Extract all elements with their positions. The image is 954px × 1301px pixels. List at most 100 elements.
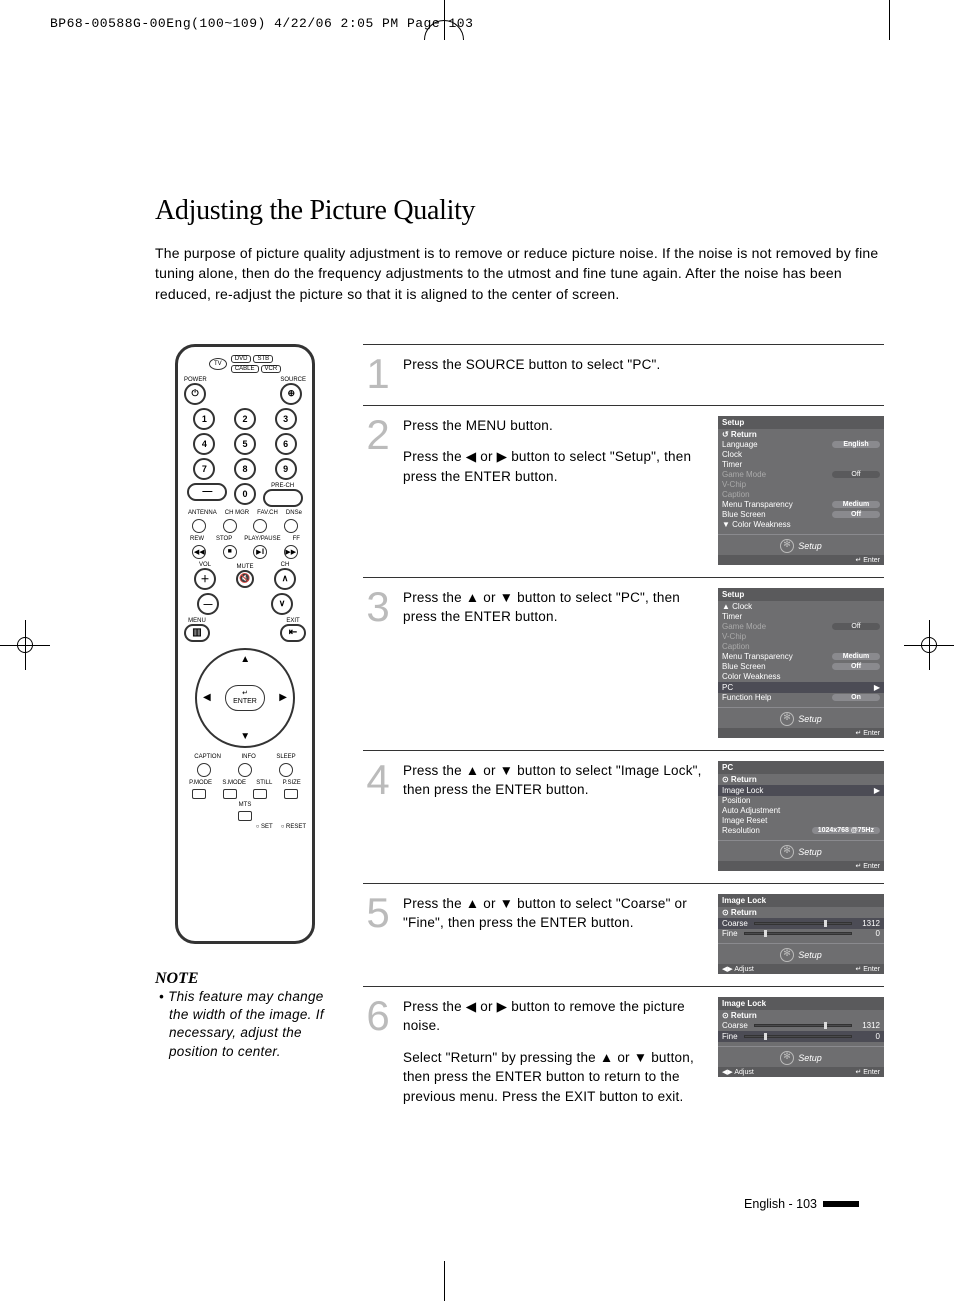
osd-row: PC▶ xyxy=(718,682,884,693)
remote-menu-label: MENU xyxy=(184,618,210,624)
remote-favch-label: FAV.CH xyxy=(257,510,278,516)
remote-dvd: DVD xyxy=(231,355,252,363)
stop-icon: ■ xyxy=(223,545,237,559)
osd-footer: Setup xyxy=(718,1046,884,1067)
osd-row: Timer xyxy=(722,612,880,622)
vol-up-icon: ＋ xyxy=(194,568,216,590)
step-number: 3 xyxy=(363,588,393,626)
remote-vol-label: VOL xyxy=(194,562,216,568)
remote-antenna xyxy=(192,519,206,533)
osd-row: ⊙ Return xyxy=(722,775,880,785)
remote-info-label: INFO xyxy=(241,754,255,760)
page-number: English - 103 xyxy=(744,1197,859,1211)
menu-icon: ▥ xyxy=(184,624,210,642)
up-arrow-icon: ▲ xyxy=(240,654,250,665)
remote-digit-5: 5 xyxy=(234,433,256,455)
remote-chmgr xyxy=(223,519,237,533)
osd-title: Image Lock xyxy=(718,894,884,907)
osd-row: Auto Adjustment xyxy=(722,806,880,816)
osd-row: ▼ Color Weakness xyxy=(722,520,880,530)
step: 3Press the ▲ or ▼ button to select "PC",… xyxy=(363,577,884,750)
osd-footer: Setup xyxy=(718,707,884,728)
step-number: 1 xyxy=(363,355,393,393)
remote-pmode-label: P.MODE xyxy=(189,780,212,786)
osd-hint: ↵ Enter xyxy=(718,861,884,871)
registration-mark xyxy=(0,620,50,670)
osd-row: Blue ScreenOff xyxy=(722,510,880,520)
remote-psize-label: P.SIZE xyxy=(283,780,301,786)
remote-mute-label: MUTE xyxy=(236,564,254,570)
step-number: 4 xyxy=(363,761,393,799)
gear-icon xyxy=(780,845,794,859)
remote-dnse-label: DNSe xyxy=(286,510,302,516)
right-arrow-icon: ▶ xyxy=(279,692,287,703)
exit-icon: ⇤ xyxy=(280,624,306,642)
down-arrow-icon: ▼ xyxy=(240,731,250,742)
remote-play-label: PLAY/PAUSE xyxy=(244,536,280,542)
osd-row: Image Reset xyxy=(722,816,880,826)
osd-row: Clock xyxy=(722,450,880,460)
ch-down-icon: ∨ xyxy=(271,593,293,615)
osd-row: Fine0 xyxy=(722,929,880,939)
osd-row: Game ModeOff xyxy=(722,622,880,632)
osd-row: Position xyxy=(722,796,880,806)
osd-row: Resolution1024x768 @75Hz xyxy=(722,826,880,836)
osd-row: Caption xyxy=(722,490,880,500)
remote-stb: STB xyxy=(253,355,273,363)
osd-row: Game ModeOff xyxy=(722,470,880,480)
remote-dpad: ▲ ◀ ▶ ▼ ↵ENTER xyxy=(195,648,295,748)
osd-screenshot: Image Lock⊙ ReturnCoarse1312Fine0Setup◀▶… xyxy=(718,894,884,974)
remote-digit-8: 8 xyxy=(234,458,256,480)
remote-digit-0: 0 xyxy=(234,483,256,505)
page-title: Adjusting the Picture Quality xyxy=(155,195,884,227)
osd-hint: ◀▶ Adjust↵ Enter xyxy=(718,1067,884,1077)
gear-icon xyxy=(780,1051,794,1065)
remote-dnse xyxy=(284,519,298,533)
osd-screenshot: Setup▲ ClockTimerGame ModeOffV-ChipCapti… xyxy=(718,588,884,738)
remote-digit-4: 4 xyxy=(193,433,215,455)
vol-down-icon: — xyxy=(197,593,219,615)
remote-digit-2: 2 xyxy=(234,408,256,430)
remote-caption-label: CAPTION xyxy=(194,754,221,760)
osd-title: PC xyxy=(718,761,884,774)
remote-ch-label: CH xyxy=(274,562,296,568)
step-text: Press the MENU button.Press the ◀ or ▶ b… xyxy=(403,416,708,487)
osd-row: Caption xyxy=(722,642,880,652)
osd-row: Image Lock▶ xyxy=(718,785,884,796)
gear-icon xyxy=(780,948,794,962)
source-icon: ⊕ xyxy=(280,383,302,405)
osd-title: Setup xyxy=(718,416,884,429)
step: 4Press the ▲ or ▼ button to select "Imag… xyxy=(363,750,884,883)
remote-antenna-label: ANTENNA xyxy=(188,510,217,516)
remote-smode xyxy=(223,789,237,799)
remote-reset-label: ○ RESET xyxy=(281,824,306,830)
remote-control-illustration: TV DVDSTB CABLEVCR POWER⏻SOURCE⊕ 123 456… xyxy=(175,344,315,944)
osd-row: Menu TransparencyMedium xyxy=(722,500,880,510)
osd-row: V-Chip xyxy=(722,480,880,490)
remote-psize xyxy=(284,789,298,799)
remote-prech-label: PRE-CH xyxy=(263,483,303,489)
remote-power-label: POWER xyxy=(184,377,207,383)
osd-row: Color Weakness xyxy=(722,672,880,682)
osd-row: Timer xyxy=(722,460,880,470)
osd-hint: ◀▶ Adjust↵ Enter xyxy=(718,964,884,974)
remote-pmode xyxy=(192,789,206,799)
registration-mark xyxy=(904,620,954,670)
step-text: Press the ◀ or ▶ button to remove the pi… xyxy=(403,997,708,1107)
remote-tv-button: TV xyxy=(209,358,227,370)
remote-smode-label: S.MODE xyxy=(222,780,246,786)
osd-screenshot: Image Lock⊙ ReturnCoarse1312Fine0Setup◀▶… xyxy=(718,997,884,1077)
step-text: Press the ▲ or ▼ button to select "Coars… xyxy=(403,894,708,933)
remote-caption xyxy=(197,763,211,777)
play-pause-icon: ▶ǁ xyxy=(253,545,267,559)
remote-sleep-label: SLEEP xyxy=(276,754,295,760)
remote-digit-1: 1 xyxy=(193,408,215,430)
enter-button: ↵ENTER xyxy=(225,685,265,711)
osd-row: ↺ Return xyxy=(722,430,880,440)
chevron-right-icon: ▶ xyxy=(874,786,880,795)
remote-digit-7: 7 xyxy=(193,458,215,480)
osd-screenshot: Setup↺ ReturnLanguageEnglishClockTimerGa… xyxy=(718,416,884,565)
note-body: • This feature may change the width of t… xyxy=(169,988,335,1061)
rewind-icon: ◀◀ xyxy=(192,545,206,559)
remote-still-label: STILL xyxy=(256,780,272,786)
